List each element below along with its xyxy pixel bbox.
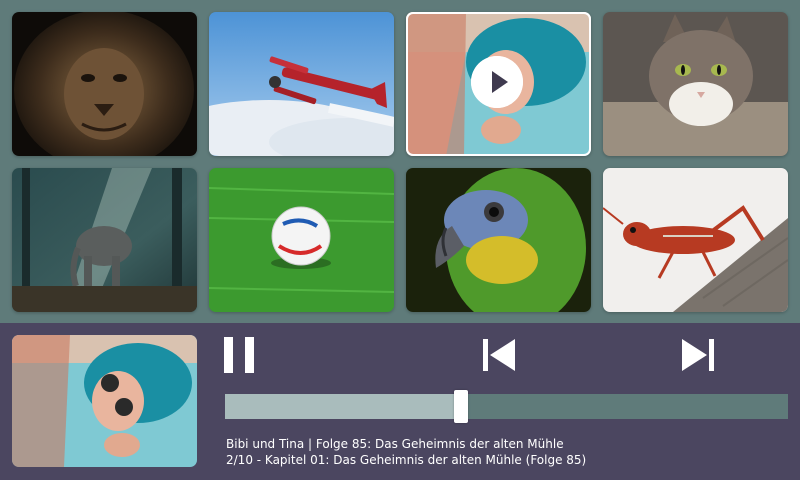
- grasshopper-image: [603, 168, 788, 312]
- previous-button[interactable]: [479, 335, 519, 375]
- pause-button[interactable]: [221, 335, 261, 375]
- progress-slider[interactable]: [225, 390, 788, 423]
- parrot-image: [406, 168, 591, 312]
- tile-biplane[interactable]: [209, 12, 394, 156]
- cover-image: [12, 335, 197, 467]
- tile-cat[interactable]: [603, 12, 788, 156]
- player-bar: Bibi und Tina | Folge 85: Das Geheimnis …: [0, 323, 800, 480]
- tile-woman-sunglasses[interactable]: [406, 12, 591, 156]
- lion-image: [12, 12, 197, 156]
- skip-next-icon: [682, 339, 714, 371]
- play-button[interactable]: [471, 56, 523, 108]
- progress-fill: [225, 394, 462, 419]
- soccer-ball-image: [209, 168, 394, 312]
- tile-lion[interactable]: [12, 12, 197, 156]
- now-playing-cover: [12, 335, 197, 467]
- track-title: Bibi und Tina | Folge 85: Das Geheimnis …: [226, 437, 564, 451]
- next-button[interactable]: [678, 335, 718, 375]
- track-subtitle: 2/10 - Kapitel 01: Das Geheimnis der alt…: [226, 453, 587, 467]
- cat-image: [603, 12, 788, 156]
- media-grid: [0, 0, 800, 323]
- tile-soccer-ball[interactable]: [209, 168, 394, 312]
- biplane-image: [209, 12, 394, 156]
- skip-previous-icon: [483, 339, 515, 371]
- tile-elephant[interactable]: [12, 168, 197, 312]
- progress-thumb[interactable]: [454, 390, 469, 423]
- tile-grasshopper[interactable]: [603, 168, 788, 312]
- tile-parrot[interactable]: [406, 168, 591, 312]
- play-icon: [471, 56, 523, 108]
- elephant-image: [12, 168, 197, 312]
- pause-icon: [224, 337, 254, 373]
